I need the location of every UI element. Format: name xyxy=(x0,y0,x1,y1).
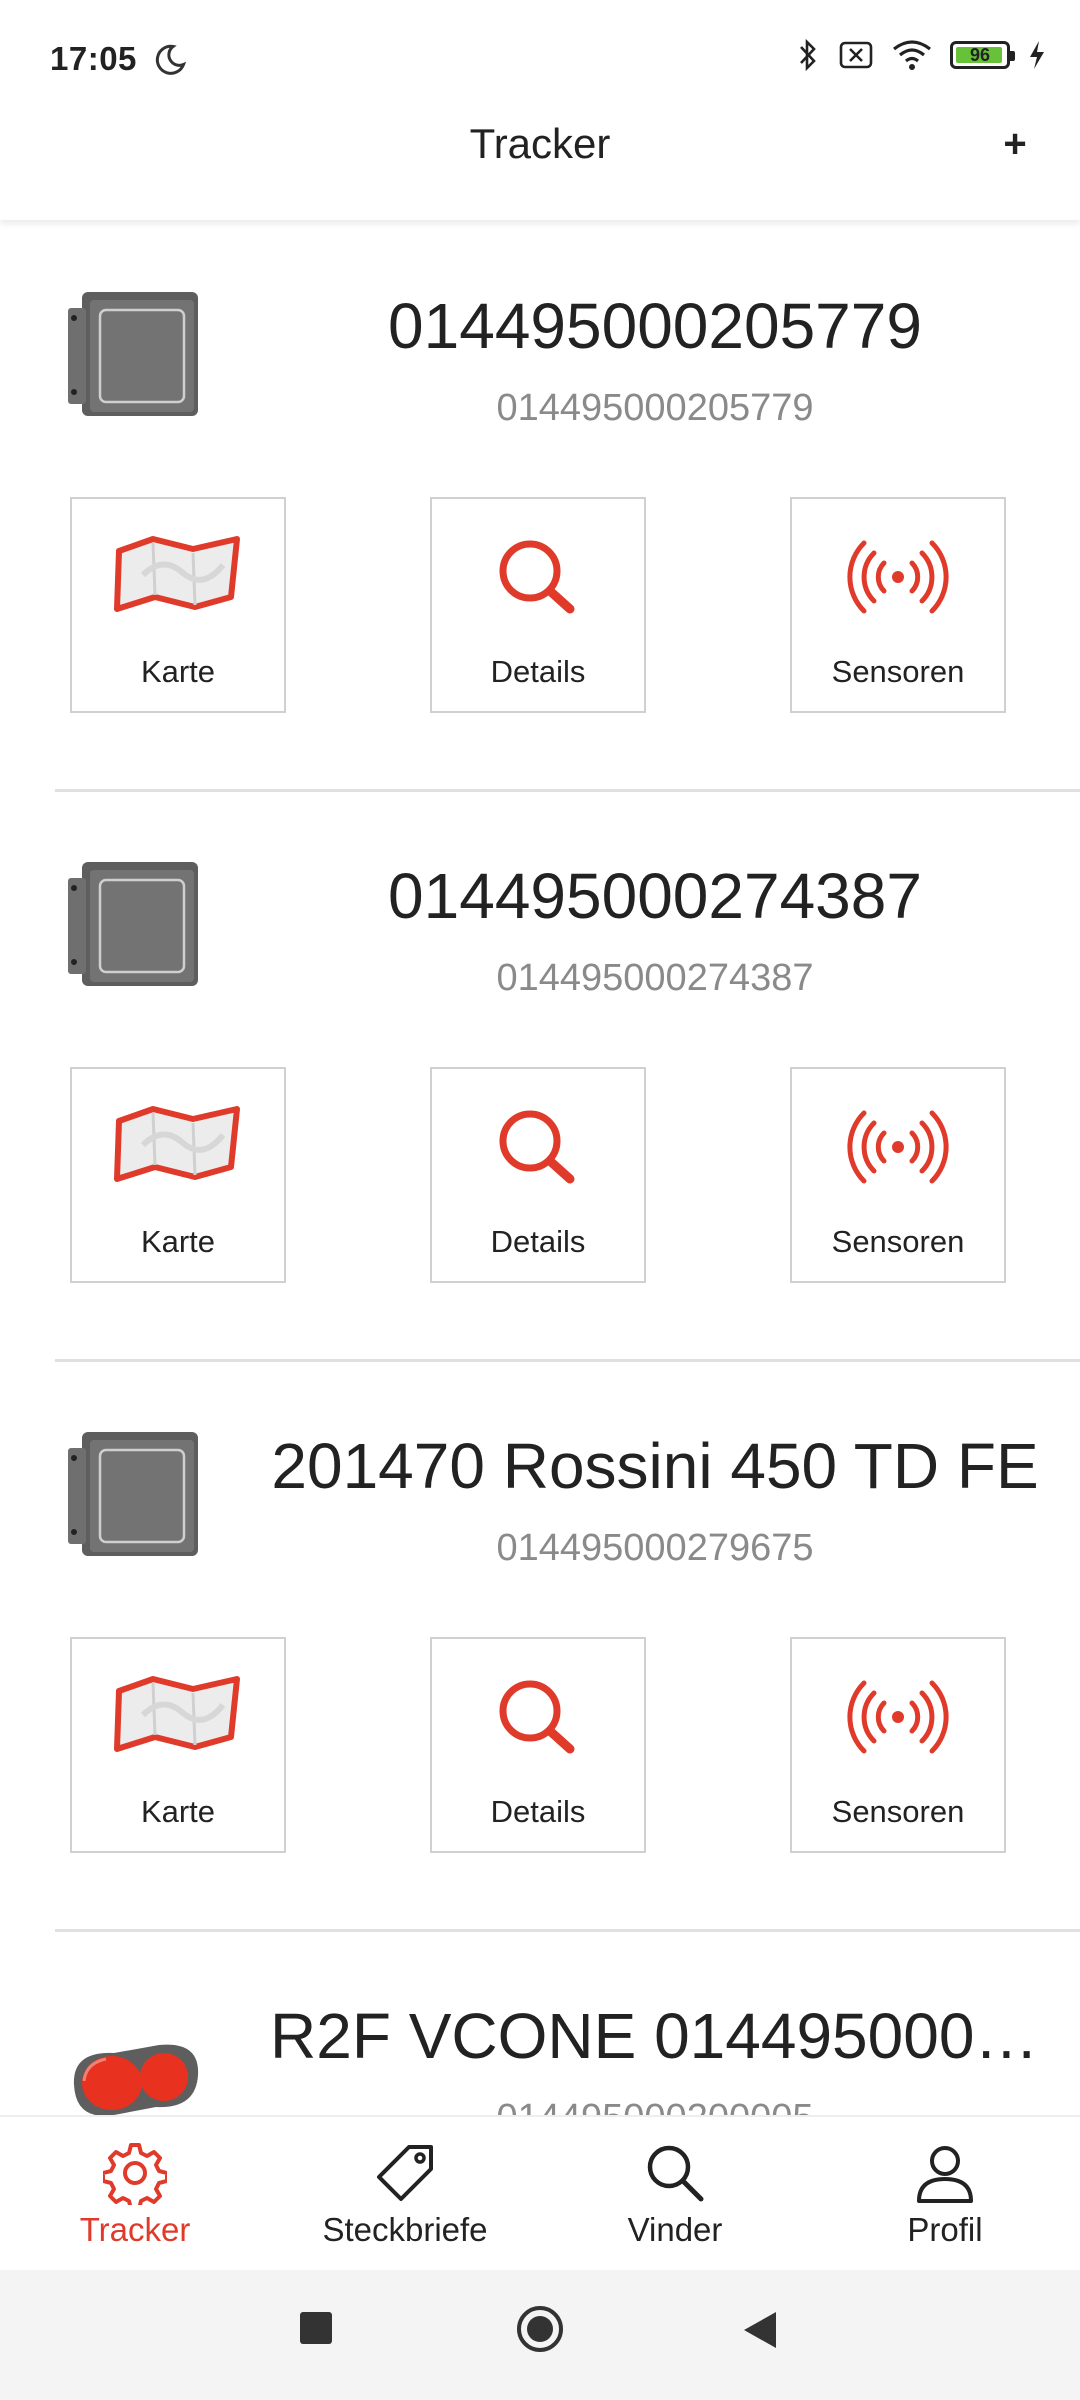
wifi-icon xyxy=(893,40,931,70)
tracker-title[interactable]: R2F VCONE 0144950002... xyxy=(270,1999,1060,2073)
tracker-id: 014495000279675 xyxy=(496,1527,814,1569)
sensors-label: Sensoren xyxy=(831,1224,965,1259)
tracker-card: 014495000274387 014495000274387 Karte De… xyxy=(0,792,1080,1362)
sensors-label: Sensoren xyxy=(831,1794,965,1829)
do-not-disturb-moon-icon xyxy=(155,44,187,75)
person-icon xyxy=(917,2146,973,2203)
sensors-button[interactable]: Sensoren xyxy=(790,497,1006,713)
map-button[interactable]: Karte xyxy=(70,1637,286,1853)
tracker-list[interactable]: 014495000205779 014495000205779 Karte De… xyxy=(0,222,1080,2115)
no-sim-icon xyxy=(839,41,873,69)
status-bar: 17:05 96 xyxy=(0,0,1080,120)
tracker-card: 014495000205779 014495000205779 Karte De… xyxy=(0,222,1080,792)
nav-steckbriefe-tab[interactable]: Steckbriefe xyxy=(270,2117,540,2272)
tracker-title[interactable]: 014495000205779 xyxy=(250,289,1060,363)
tracker-card: 201470 Rossini 450 TD FE 014495000279675… xyxy=(0,1362,1080,1932)
nav-vinder-label: Vinder xyxy=(627,2211,723,2248)
tracker-card: R2F VCONE 0144950002... 014495000200005 xyxy=(0,1932,1080,2115)
signal-broadcast-icon xyxy=(847,540,949,614)
charging-bolt-icon xyxy=(1030,41,1044,69)
map-label: Karte xyxy=(140,1224,216,1259)
tracker-id: 014495000200005 xyxy=(250,2097,1060,2115)
gear-icon xyxy=(103,2143,167,2205)
battery-level: 96 xyxy=(969,45,991,65)
details-label: Details xyxy=(490,1224,586,1259)
map-icon xyxy=(114,536,240,612)
tracker-title[interactable]: 014495000274387 xyxy=(250,859,1060,933)
sensors-button[interactable]: Sensoren xyxy=(790,1067,1006,1283)
bottom-navigation: Tracker Steckbriefe Vinder Profil xyxy=(0,2115,1080,2272)
app-header: Tracker + xyxy=(0,120,1080,220)
tracker-box-icon xyxy=(68,1432,198,1556)
bluetooth-icon xyxy=(800,38,816,72)
home-circle-icon[interactable] xyxy=(515,2304,565,2354)
signal-broadcast-icon xyxy=(847,1680,949,1754)
back-triangle-icon[interactable] xyxy=(742,2310,778,2350)
status-time: 17:05 xyxy=(50,40,137,77)
details-label: Details xyxy=(490,1794,586,1829)
sensors-button[interactable]: Sensoren xyxy=(790,1637,1006,1853)
tracker-id: 014495000205779 xyxy=(496,387,814,429)
recents-square-icon[interactable] xyxy=(298,2310,334,2346)
tracker-title[interactable]: 201470 Rossini 450 TD FE xyxy=(250,1429,1060,1503)
details-button[interactable]: Details xyxy=(430,1637,646,1853)
nav-vinder-tab[interactable]: Vinder xyxy=(540,2117,810,2272)
search-icon xyxy=(499,1110,575,1184)
add-tracker-button[interactable]: + xyxy=(990,120,1040,170)
details-button[interactable]: Details xyxy=(430,497,646,713)
sensors-label: Sensoren xyxy=(831,654,965,689)
tracker-id: 014495000274387 xyxy=(496,957,814,999)
status-icons: 96 xyxy=(796,38,1046,72)
map-label: Karte xyxy=(140,654,216,689)
map-icon xyxy=(114,1106,240,1182)
map-button[interactable]: Karte xyxy=(70,497,286,713)
vcone-tracker-icon xyxy=(73,2044,199,2115)
search-icon xyxy=(499,540,575,614)
system-navigation-bar xyxy=(0,2270,1080,2400)
nav-steckbriefe-label: Steckbriefe xyxy=(322,2211,488,2248)
nav-tracker-tab[interactable]: Tracker xyxy=(0,2117,270,2272)
details-label: Details xyxy=(490,654,586,689)
nav-tracker-label: Tracker xyxy=(79,2211,191,2248)
tracker-box-icon xyxy=(68,292,198,416)
map-button[interactable]: Karte xyxy=(70,1067,286,1283)
map-icon xyxy=(114,1676,240,1752)
signal-broadcast-icon xyxy=(847,1110,949,1184)
search-icon xyxy=(647,2145,704,2202)
tag-icon xyxy=(377,2145,433,2201)
nav-profil-tab[interactable]: Profil xyxy=(810,2117,1080,2272)
details-button[interactable]: Details xyxy=(430,1067,646,1283)
page-title: Tracker xyxy=(469,120,611,167)
search-icon xyxy=(499,1680,575,1754)
map-label: Karte xyxy=(140,1794,216,1829)
tracker-box-icon xyxy=(68,862,198,986)
battery-indicator: 96 xyxy=(950,41,1015,69)
nav-profil-label: Profil xyxy=(907,2211,983,2248)
